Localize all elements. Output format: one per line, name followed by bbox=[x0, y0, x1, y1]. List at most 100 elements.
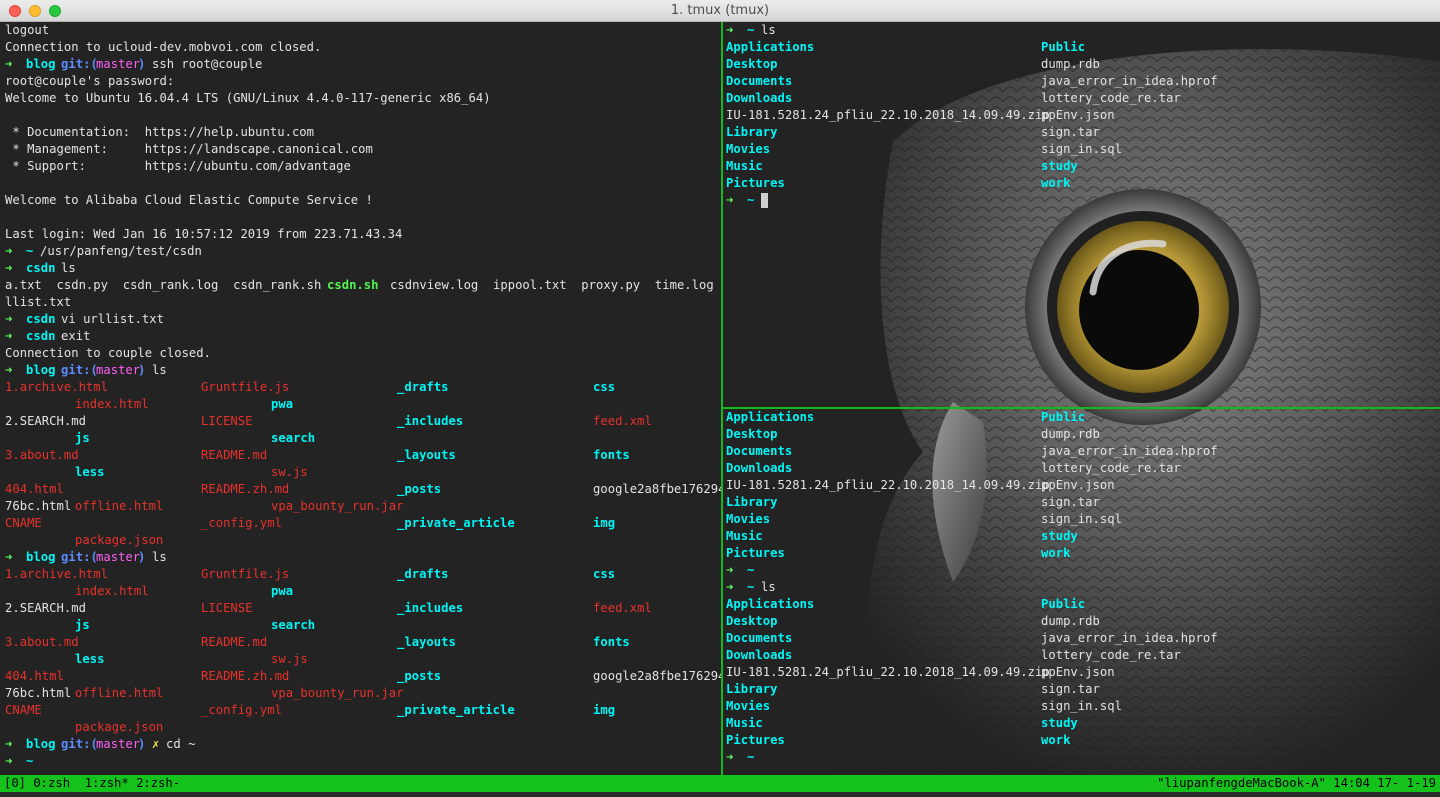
terminal-text: study bbox=[1041, 529, 1078, 543]
terminal-line: ➜ ~ /usr/panfeng/test/csdn bbox=[0, 243, 721, 260]
terminal-text: ls bbox=[152, 550, 167, 564]
terminal-text: Downloads bbox=[726, 91, 793, 105]
terminal-line: Documents java_error_in_idea.hprof bbox=[724, 73, 1440, 90]
terminal-text: csdn bbox=[26, 261, 56, 275]
terminal-line: ➜ ~ bbox=[724, 192, 1440, 209]
terminal-text: offline.html bbox=[75, 499, 164, 513]
pane-divider-vertical[interactable] bbox=[721, 22, 723, 775]
terminal-text: ls bbox=[61, 261, 76, 275]
terminal-text: _private_article bbox=[397, 516, 515, 530]
terminal-text: CNAME bbox=[5, 703, 42, 717]
terminal-text: IU-181.5281.24_pfliu_22.10.2018_14.09.49… bbox=[726, 665, 1050, 679]
terminal-text: Gruntfile.js bbox=[201, 567, 290, 581]
terminal-line: Pictures work bbox=[724, 545, 1440, 562]
terminal-line: ➜ ~ ls bbox=[724, 579, 1440, 596]
terminal-text: * Support: https://ubuntu.com/advantage bbox=[5, 159, 351, 173]
terminal-text: Documents bbox=[726, 631, 793, 645]
terminal-text: /usr/panfeng/test/csdn bbox=[40, 244, 202, 258]
terminal-text: sign_in.sql bbox=[1041, 142, 1122, 156]
terminal-line: ➜ csdn ls bbox=[0, 260, 721, 277]
terminal-text: Downloads bbox=[726, 648, 793, 662]
terminal-text: * Management: https://landscape.canonica… bbox=[5, 142, 373, 156]
terminal-line: Downloads lottery_code_re.tar bbox=[724, 647, 1440, 664]
terminal-text: sign_in.sql bbox=[1041, 512, 1122, 526]
terminal-text: ~ bbox=[26, 244, 34, 258]
terminal-line: Desktop dump.rdb bbox=[724, 56, 1440, 73]
terminal-text: Library bbox=[726, 682, 778, 696]
terminal-line: Desktop dump.rdb bbox=[724, 426, 1440, 443]
terminal-text: lottery_code_re.tar bbox=[1041, 648, 1181, 662]
terminal-text: 76bc.html bbox=[5, 686, 72, 700]
terminal-text: js bbox=[75, 431, 90, 445]
title-bar[interactable]: 1. tmux (tmux) bbox=[0, 0, 1440, 22]
pane-right-top[interactable]: ➜ ~ ls Applications Public Desktop dump.rdb Doc… bbox=[724, 22, 1440, 406]
terminal-text: search bbox=[271, 431, 316, 445]
pane-divider-horizontal[interactable] bbox=[723, 407, 1440, 409]
terminal-text: fonts bbox=[593, 635, 630, 649]
terminal-line: package.json bbox=[0, 532, 721, 549]
terminal-text: ) bbox=[138, 57, 146, 71]
pane-left[interactable]: logout Connection to ucloud-dev.mobvoi.co… bbox=[0, 22, 721, 775]
terminal-text: pwa bbox=[271, 397, 294, 411]
pane-right-bottom[interactable]: Applications Public Desktop dump.rdb Documen… bbox=[724, 409, 1440, 775]
terminal-text: _layouts bbox=[397, 448, 456, 462]
terminal-line: ➜ blog git:(master) ls bbox=[0, 362, 721, 379]
terminal-text: Movies bbox=[726, 512, 771, 526]
terminal-text: csdn bbox=[26, 312, 56, 326]
terminal-text: Public bbox=[1041, 40, 1086, 54]
terminal-text: 3.about.md bbox=[5, 448, 79, 462]
terminal-text: less bbox=[75, 652, 105, 666]
terminal-text: Applications bbox=[726, 40, 815, 54]
terminal-line: Welcome to Alibaba Cloud Elastic Compute… bbox=[0, 192, 721, 209]
terminal-text: work bbox=[1041, 733, 1071, 747]
terminal-line: llist.txt bbox=[0, 294, 721, 311]
terminal-text: dump.rdb bbox=[1041, 57, 1100, 71]
terminal-line: ➜ ~ ls bbox=[724, 22, 1440, 39]
terminal-text: _layouts bbox=[397, 635, 456, 649]
terminal-text: Applications bbox=[726, 597, 815, 611]
terminal-text: ~ bbox=[747, 750, 755, 764]
prompt-arrow-icon: ➜ bbox=[726, 23, 734, 37]
terminal-text: ppEnv.json bbox=[1041, 478, 1115, 492]
terminal-text: sw.js bbox=[271, 465, 308, 479]
terminal-text: ls bbox=[761, 580, 776, 594]
terminal-text: ✗ bbox=[152, 737, 160, 751]
terminal-text: README.zh.md bbox=[201, 669, 290, 683]
terminal-text: java_error_in_idea.hprof bbox=[1041, 74, 1218, 88]
terminal-text: lottery_code_re.tar bbox=[1041, 91, 1181, 105]
terminal-line: 1.archive.html Gruntfile.js _drafts css bbox=[0, 379, 721, 396]
terminal-line: Documents java_error_in_idea.hprof bbox=[724, 443, 1440, 460]
terminal-text: pwa bbox=[271, 584, 294, 598]
terminal-text: _private_article bbox=[397, 703, 515, 717]
terminal-text: 76bc.html bbox=[5, 499, 72, 513]
terminal-text: feed.xml bbox=[593, 414, 652, 428]
terminal-text: img bbox=[593, 516, 616, 530]
terminal-line: 2.SEARCH.md LICENSE _includes feed.xml bbox=[0, 600, 721, 617]
terminal-text: dump.rdb bbox=[1041, 427, 1100, 441]
terminal-text: a.txt csdn.py csdn_rank.log csdn_rank.sh bbox=[5, 278, 322, 292]
terminal-text: js bbox=[75, 618, 90, 632]
terminal-text: sign.tar bbox=[1041, 682, 1100, 696]
terminal-text: ppEnv.json bbox=[1041, 108, 1115, 122]
terminal-text: index.html bbox=[75, 584, 149, 598]
terminal-text: Desktop bbox=[726, 57, 778, 71]
terminal-line: 3.about.md README.md _layouts fonts bbox=[0, 634, 721, 651]
terminal-text: README.zh.md bbox=[201, 482, 290, 496]
terminal-line: Library sign.tar bbox=[724, 124, 1440, 141]
terminal-text: git:( bbox=[61, 363, 98, 377]
terminal-line: * Management: https://landscape.canonica… bbox=[0, 141, 721, 158]
tmux-session[interactable]: logout Connection to ucloud-dev.mobvoi.co… bbox=[0, 22, 1440, 775]
terminal-text: Gruntfile.js bbox=[201, 380, 290, 394]
window-list[interactable]: [0] 0:zsh 1:zsh* 2:zsh- bbox=[4, 775, 180, 792]
terminal-text: _posts bbox=[397, 482, 442, 496]
prompt-arrow-icon: ➜ bbox=[726, 563, 734, 577]
window-bottom-edge bbox=[0, 792, 1440, 797]
terminal-text: csdnview.log ippool.txt proxy.py time.lo… bbox=[390, 278, 721, 292]
terminal-line: 3.about.md README.md _layouts fonts bbox=[0, 447, 721, 464]
terminal-line: Library sign.tar bbox=[724, 494, 1440, 511]
terminal-line: index.html pwa bbox=[0, 583, 721, 600]
terminal-text: blog bbox=[26, 363, 56, 377]
terminal-line: Connection to ucloud-dev.mobvoi.com clos… bbox=[0, 39, 721, 56]
terminal-text: git:( bbox=[61, 737, 98, 751]
